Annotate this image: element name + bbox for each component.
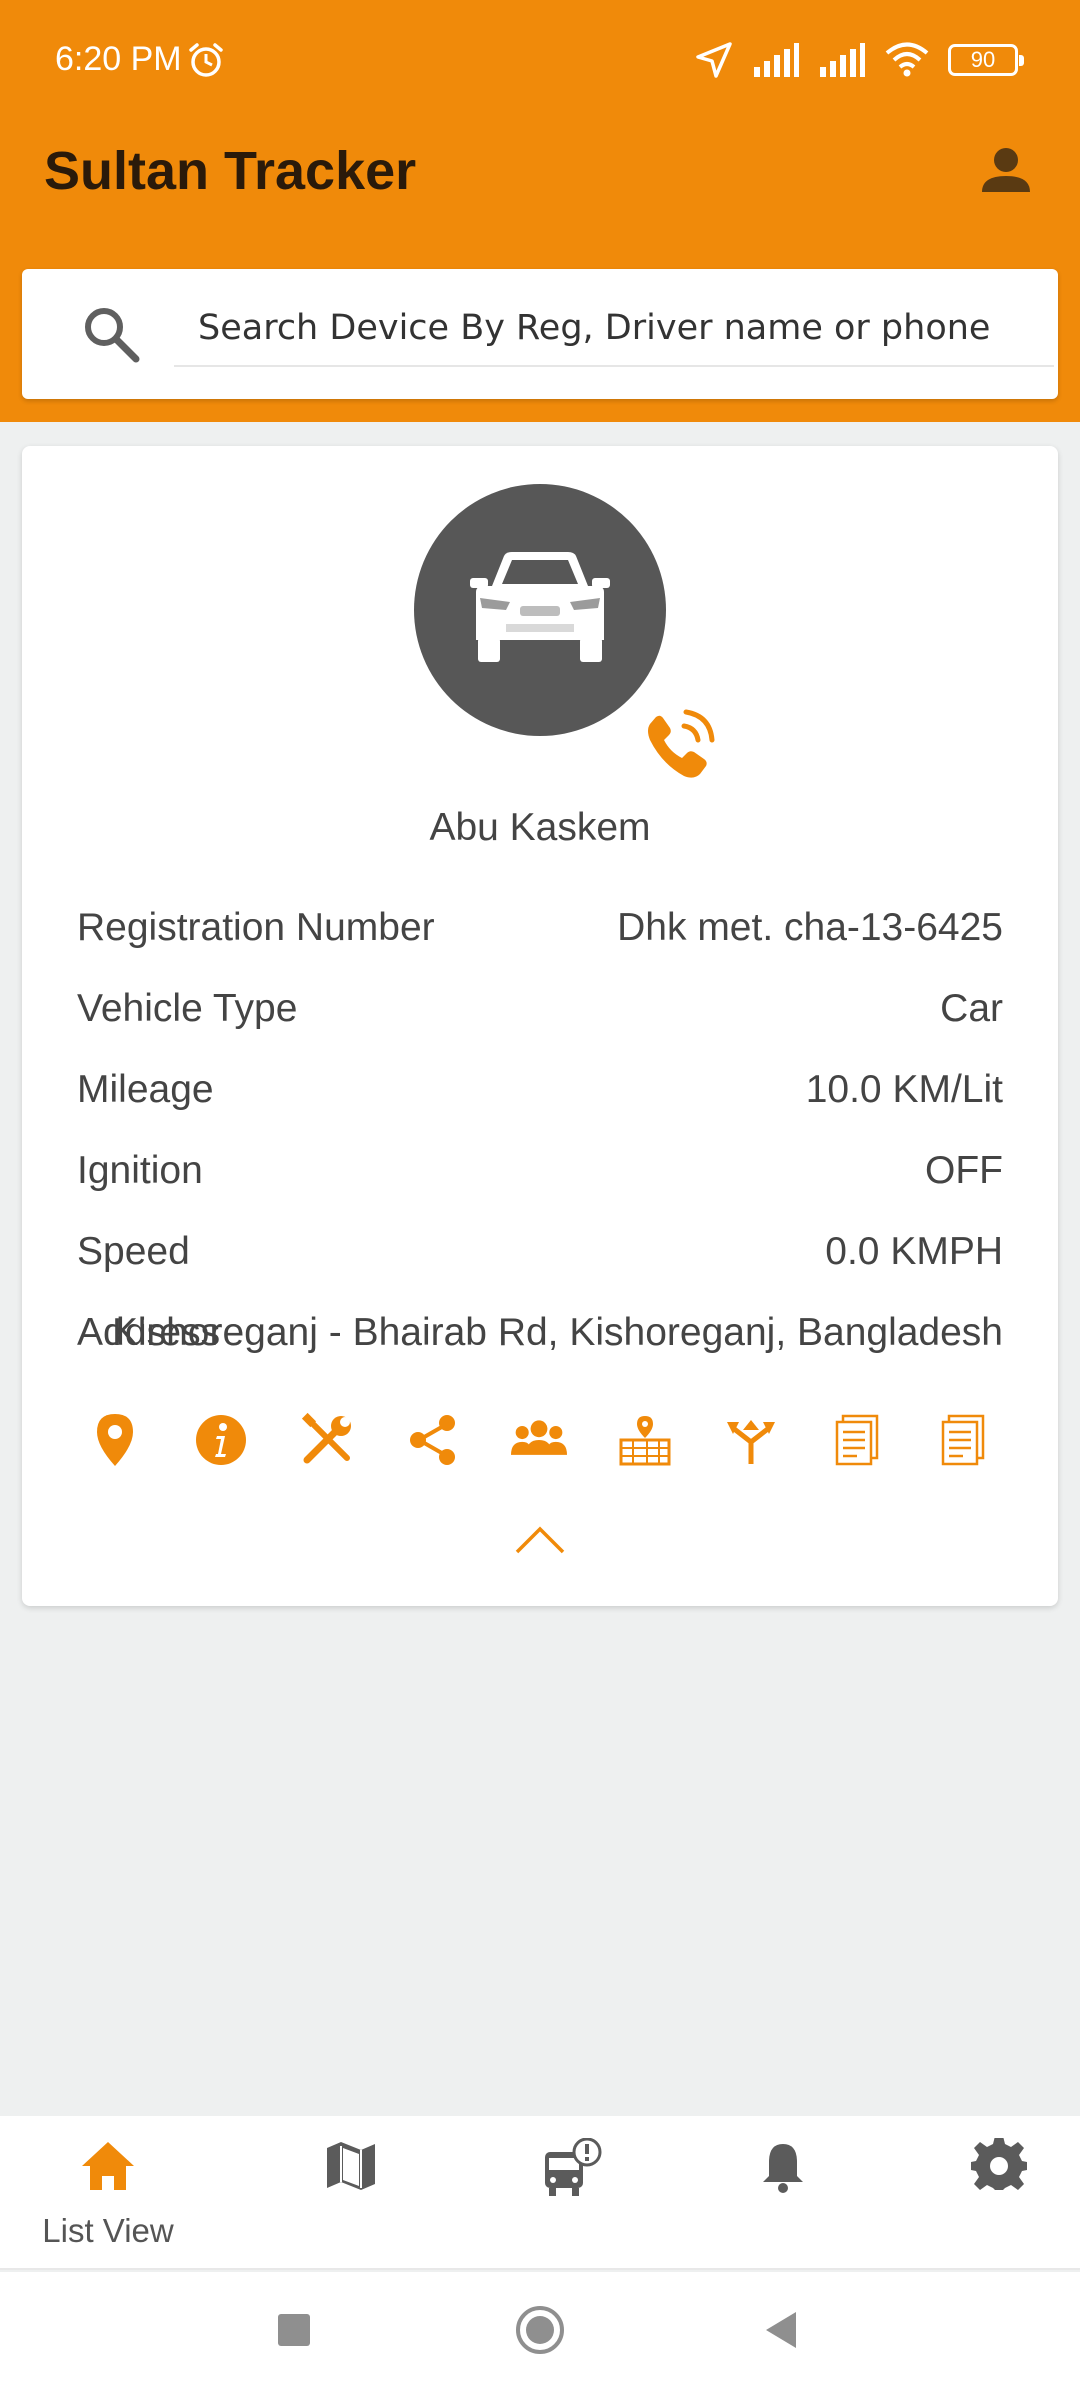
nav-settings[interactable] bbox=[908, 2116, 1080, 2270]
home-circle-icon[interactable] bbox=[514, 2304, 566, 2356]
row-label: Vehicle Type bbox=[77, 987, 298, 1030]
location-arrow-icon bbox=[696, 42, 732, 78]
row-value: 10.0 KM/Lit bbox=[805, 1068, 1003, 1111]
status-bar: 6:20 PM 90 bbox=[0, 0, 1080, 120]
signal-icon-2 bbox=[820, 43, 865, 77]
nav-notifications[interactable] bbox=[692, 2116, 872, 2270]
status-time: 6:20 PM bbox=[55, 40, 182, 78]
location-pin-icon[interactable] bbox=[87, 1412, 143, 1468]
map-icon bbox=[327, 2142, 375, 2190]
info-icon[interactable] bbox=[193, 1412, 249, 1468]
search-icon[interactable] bbox=[78, 301, 144, 367]
report-icon[interactable] bbox=[829, 1412, 885, 1468]
back-triangle-icon[interactable] bbox=[762, 2310, 800, 2350]
mileage-row: Mileage 10.0 KM/Lit bbox=[77, 1068, 1003, 1128]
system-navigation bbox=[0, 2272, 1080, 2400]
app-title: Sultan Tracker bbox=[44, 141, 417, 201]
gear-icon bbox=[971, 2138, 1027, 2190]
route-icon[interactable] bbox=[723, 1412, 779, 1468]
recents-square-icon[interactable] bbox=[276, 2312, 312, 2348]
home-icon bbox=[82, 2142, 134, 2190]
bottom-navigation: List View bbox=[0, 2116, 1080, 2270]
profile-icon[interactable] bbox=[976, 140, 1036, 200]
wifi-icon bbox=[885, 42, 929, 77]
tools-icon[interactable] bbox=[299, 1412, 355, 1468]
alarm-icon bbox=[189, 43, 223, 77]
battery-indicator: 90 bbox=[948, 44, 1024, 76]
row-label: Registration Number bbox=[77, 906, 435, 949]
report-alt-icon[interactable] bbox=[935, 1412, 991, 1468]
nav-map[interactable] bbox=[260, 2116, 440, 2270]
chevron-up-icon[interactable] bbox=[514, 1524, 566, 1556]
address-row: Address Kishoreganj - Bhairab Rd, Kishor… bbox=[77, 1311, 1003, 1371]
registration-row: Registration Number Dhk met. cha-13-6425 bbox=[77, 906, 1003, 966]
car-icon bbox=[470, 552, 610, 662]
call-driver-icon[interactable] bbox=[636, 704, 720, 788]
row-value: Kishoreganj - Bhairab Rd, Kishoreganj, B… bbox=[111, 1311, 1003, 1354]
share-icon[interactable] bbox=[405, 1412, 461, 1468]
vehicle-avatar bbox=[414, 484, 666, 736]
row-label: Speed bbox=[77, 1230, 190, 1273]
speed-row: Speed 0.0 KMPH bbox=[77, 1230, 1003, 1290]
vehicle-type-row: Vehicle Type Car bbox=[77, 987, 1003, 1047]
search-input[interactable] bbox=[174, 291, 1054, 367]
status-icons: 90 bbox=[694, 38, 1024, 82]
nav-vehicle-alerts[interactable] bbox=[476, 2116, 656, 2270]
row-value: OFF bbox=[925, 1149, 1003, 1192]
ignition-row: Ignition OFF bbox=[77, 1149, 1003, 1209]
row-label: Mileage bbox=[77, 1068, 214, 1111]
vehicle-actions bbox=[80, 1412, 1000, 1476]
bell-icon bbox=[763, 2144, 803, 2193]
bus-alert-icon bbox=[545, 2138, 602, 2196]
nav-list-view[interactable]: List View bbox=[0, 2116, 216, 2270]
signal-icon bbox=[754, 43, 799, 77]
nav-label: List View bbox=[42, 2212, 174, 2249]
row-value: Dhk met. cha-13-6425 bbox=[617, 906, 1003, 949]
driver-name: Abu Kaskem bbox=[429, 806, 651, 849]
row-label: Ignition bbox=[77, 1149, 203, 1192]
row-value: 0.0 KMPH bbox=[825, 1230, 1003, 1273]
search-bar bbox=[22, 269, 1058, 399]
group-icon[interactable] bbox=[511, 1412, 567, 1468]
geofence-map-icon[interactable] bbox=[617, 1412, 673, 1468]
row-value: Car bbox=[940, 987, 1003, 1030]
